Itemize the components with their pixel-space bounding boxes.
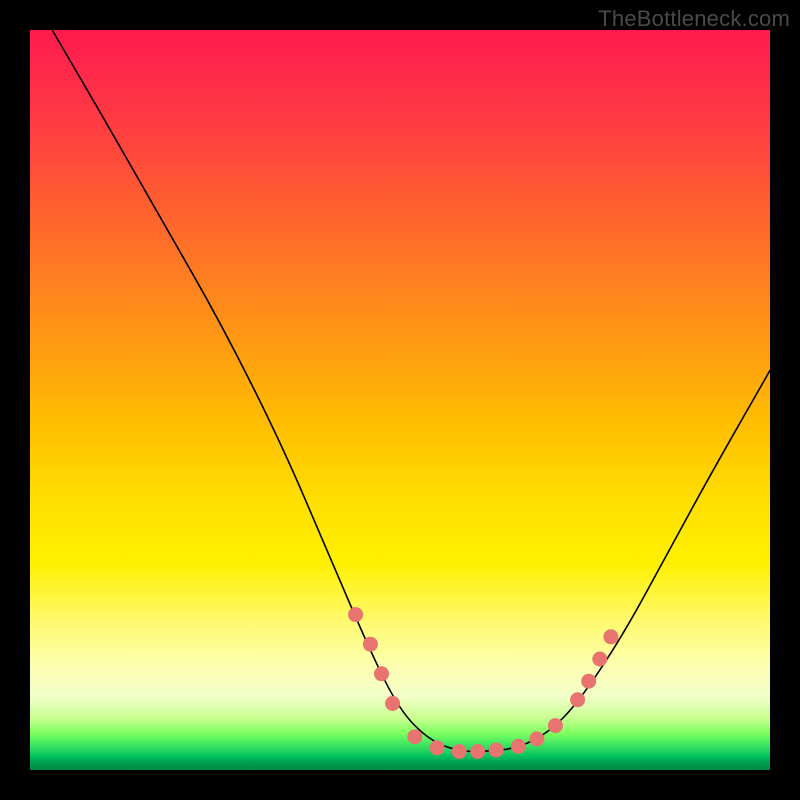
highlight-dot: [452, 744, 467, 759]
highlight-dot: [374, 666, 389, 681]
highlight-dot: [470, 744, 485, 759]
highlight-dot: [570, 692, 585, 707]
highlight-dot: [548, 718, 563, 733]
highlight-dots-group: [348, 607, 618, 759]
curve-svg: [30, 30, 770, 770]
highlight-dot: [348, 607, 363, 622]
highlight-dot: [581, 674, 596, 689]
highlight-dot: [529, 731, 544, 746]
highlight-dot: [603, 629, 618, 644]
highlight-dot: [385, 696, 400, 711]
bottleneck-curve: [52, 30, 770, 752]
highlight-dot: [489, 743, 504, 758]
highlight-dot: [430, 740, 445, 755]
highlight-dot: [363, 637, 378, 652]
chart-frame: TheBottleneck.com: [0, 0, 800, 800]
highlight-dot: [592, 652, 607, 667]
plot-area: [30, 30, 770, 770]
highlight-dot: [407, 729, 422, 744]
highlight-dot: [511, 739, 526, 754]
watermark-label: TheBottleneck.com: [598, 6, 790, 32]
